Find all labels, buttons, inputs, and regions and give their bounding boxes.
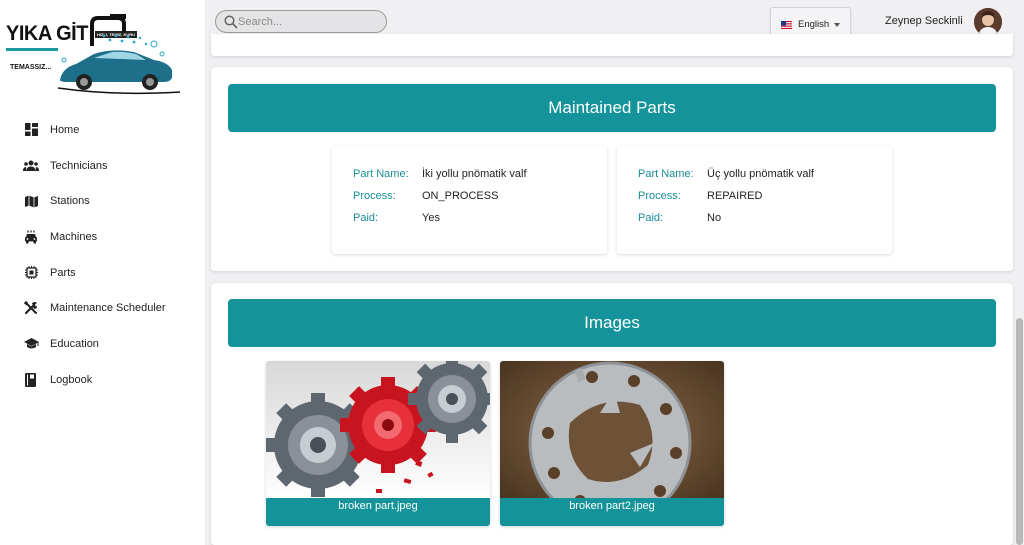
- graduation-cap-icon: [23, 336, 39, 352]
- maintained-parts-header: Maintained Parts: [228, 84, 996, 132]
- sidebar-nav: Home Technicians Stations Machines Parts: [0, 112, 205, 398]
- car-wash-logo-icon: [57, 14, 181, 95]
- user-name: Zeynep Seckinli: [885, 15, 963, 27]
- chip-icon: [23, 265, 39, 281]
- sidebar-item-machines[interactable]: Machines: [0, 219, 205, 255]
- sidebar-item-label: Maintenance Scheduler: [50, 302, 166, 315]
- part-name-label: Part Name:: [638, 168, 694, 180]
- sidebar-item-label: Machines: [50, 230, 98, 243]
- images-card: Images broken part.jpeg broken part2.jpe…: [211, 283, 1013, 545]
- paid-value: No: [707, 212, 722, 224]
- process-label: Process:: [353, 190, 396, 202]
- broken-metal-part-image: [500, 361, 724, 499]
- part-name-value: İki yollu pnömatik valf: [422, 168, 527, 180]
- sidebar-item-education[interactable]: Education: [0, 326, 205, 362]
- map-icon: [23, 193, 39, 209]
- sidebar-item-technicians[interactable]: Technicians: [0, 148, 205, 184]
- part-name-value: Üç yollu pnömatik valf: [707, 168, 814, 180]
- sidebar: YIKA GİT HIZLI, TEMİZ, KURU TEMASSIZ...: [0, 0, 205, 545]
- image-caption: broken part.jpeg: [266, 498, 490, 526]
- logo-subtext: TEMASSIZ...: [10, 64, 52, 71]
- sidebar-item-label: Education: [50, 337, 99, 350]
- paid-value: Yes: [422, 212, 440, 224]
- search-icon: [224, 15, 238, 29]
- sidebar-item-label: Technicians: [50, 159, 108, 172]
- sidebar-item-label: Home: [50, 123, 80, 136]
- people-icon: [23, 158, 39, 174]
- sidebar-item-label: Logbook: [50, 373, 93, 386]
- brand-logo[interactable]: YIKA GİT HIZLI, TEMİZ, KURU TEMASSIZ...: [6, 14, 181, 96]
- process-value: ON_PROCESS: [422, 190, 499, 202]
- tools-icon: [23, 300, 39, 316]
- part-name-label: Part Name:: [353, 168, 409, 180]
- sidebar-item-label: Stations: [50, 195, 90, 208]
- scrollbar[interactable]: [1016, 318, 1023, 545]
- language-label: English: [798, 19, 830, 30]
- caret-down-icon: [834, 23, 840, 27]
- image-caption: broken part2.jpeg: [500, 498, 724, 526]
- part-card[interactable]: Part Name: İki yollu pnömatik valf Proce…: [332, 146, 607, 254]
- sidebar-item-stations[interactable]: Stations: [0, 183, 205, 219]
- paid-label: Paid:: [638, 212, 664, 224]
- sidebar-item-parts[interactable]: Parts: [0, 255, 205, 291]
- image-thumbnail[interactable]: broken part2.jpeg: [500, 361, 724, 526]
- previous-section-card: [211, 34, 1013, 56]
- paid-label: Paid:: [353, 212, 379, 224]
- search-box[interactable]: [215, 10, 387, 33]
- car-wash-icon: [23, 229, 39, 245]
- sidebar-item-label: Parts: [50, 266, 76, 279]
- gears-image: [266, 361, 490, 499]
- images-header: Images: [228, 299, 996, 347]
- sidebar-item-logbook[interactable]: Logbook: [0, 362, 205, 398]
- image-thumbnail[interactable]: broken part.jpeg: [266, 361, 490, 526]
- book-icon: [23, 372, 39, 388]
- process-label: Process:: [638, 190, 681, 202]
- logo-underline: [6, 48, 58, 51]
- sidebar-item-maintenance-scheduler[interactable]: Maintenance Scheduler: [0, 290, 205, 326]
- us-flag-icon: [781, 21, 792, 29]
- maintained-parts-card: Maintained Parts Part Name: İki yollu pn…: [211, 67, 1013, 271]
- avatar[interactable]: [974, 8, 1002, 36]
- process-value: REPAIRED: [707, 190, 763, 202]
- search-input[interactable]: [238, 12, 378, 31]
- dashboard-icon: [23, 122, 39, 138]
- sidebar-item-home[interactable]: Home: [0, 112, 205, 148]
- part-card[interactable]: Part Name: Üç yollu pnömatik valf Proces…: [617, 146, 892, 254]
